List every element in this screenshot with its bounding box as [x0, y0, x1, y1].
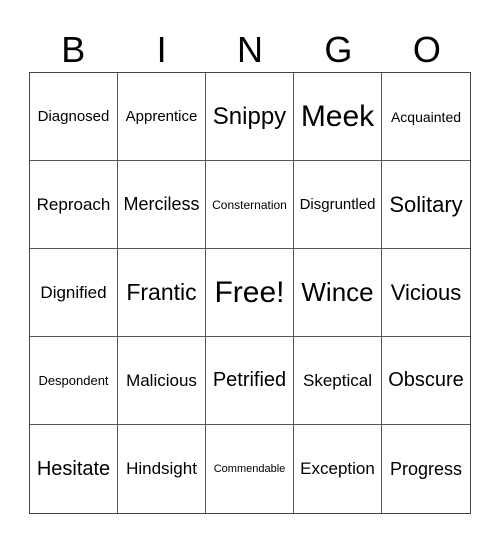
bingo-cell[interactable]: Diagnosed	[30, 73, 118, 161]
bingo-cell[interactable]: Reproach	[30, 161, 118, 249]
bingo-cell[interactable]: Obscure	[382, 337, 470, 425]
bingo-cell[interactable]: Skeptical	[294, 337, 382, 425]
bingo-cell[interactable]: Apprentice	[118, 73, 206, 161]
header-letter-i: I	[156, 29, 167, 70]
bingo-cell[interactable]: Disgruntled	[294, 161, 382, 249]
bingo-cell[interactable]: Dignified	[30, 249, 118, 337]
header-letter-g: G	[324, 29, 353, 70]
header-letter-b: B	[61, 29, 86, 70]
bingo-cell[interactable]: Solitary	[382, 161, 470, 249]
bingo-cell[interactable]: Consternation	[206, 161, 294, 249]
bingo-cell[interactable]: Frantic	[118, 249, 206, 337]
bingo-cell[interactable]: Despondent	[30, 337, 118, 425]
bingo-cell[interactable]: Petrified	[206, 337, 294, 425]
bingo-cell[interactable]: Progress	[382, 425, 470, 513]
bingo-cell[interactable]: Merciless	[118, 161, 206, 249]
bingo-grid: Diagnosed Apprentice Snippy Meek Acquain…	[29, 72, 471, 514]
bingo-cell[interactable]: Meek	[294, 73, 382, 161]
bingo-cell[interactable]: Acquainted	[382, 73, 470, 161]
header-letter-o: O	[412, 29, 441, 70]
bingo-cell[interactable]: Wince	[294, 249, 382, 337]
bingo-cell[interactable]: Commendable	[206, 425, 294, 513]
header-letter-n: N	[237, 29, 264, 70]
bingo-cell[interactable]: Malicious	[118, 337, 206, 425]
bingo-cell[interactable]: Hesitate	[30, 425, 118, 513]
bingo-cell[interactable]: Hindsight	[118, 425, 206, 513]
bingo-cell[interactable]: Vicious	[382, 249, 470, 337]
bingo-cell[interactable]: Exception	[294, 425, 382, 513]
bingo-header: B I N G O	[29, 28, 471, 72]
bingo-cell[interactable]: Snippy	[206, 73, 294, 161]
free-space[interactable]: Free!	[206, 249, 294, 337]
